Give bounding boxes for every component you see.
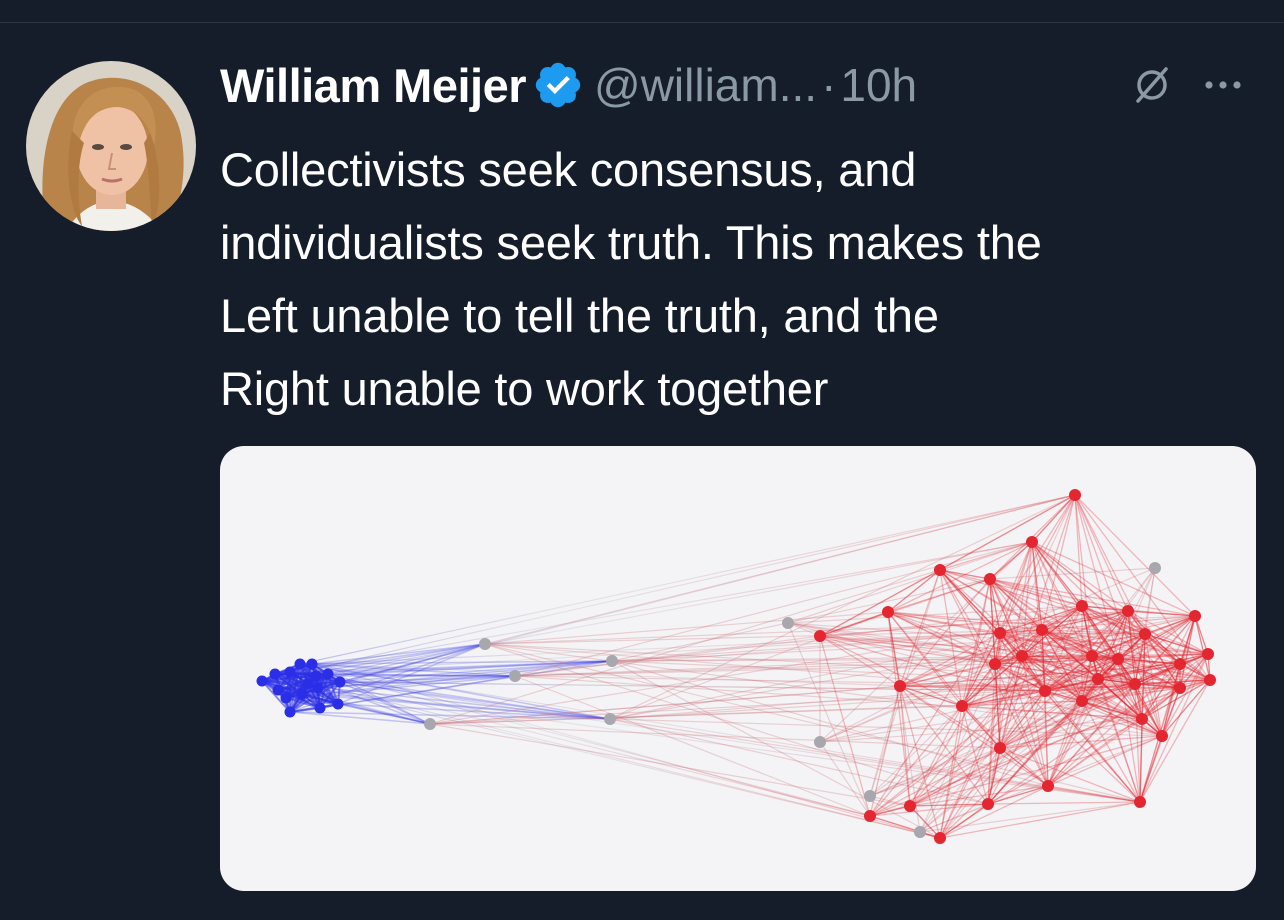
network-node [864, 810, 876, 822]
network-node [1204, 674, 1216, 686]
network-node [280, 692, 292, 704]
network-edge [939, 801, 1141, 839]
network-node [994, 742, 1006, 754]
network-node [322, 668, 334, 680]
network-node [269, 668, 281, 680]
network-node [479, 638, 491, 650]
network-node [1129, 678, 1141, 690]
network-edge [429, 723, 911, 807]
network-node [314, 702, 326, 714]
grok-icon[interactable] [1130, 63, 1174, 107]
network-graph-image [256, 489, 1216, 844]
network-node [989, 658, 1001, 670]
network-node [606, 655, 618, 667]
separator-dot: · [821, 59, 837, 111]
tweet-header: William Meijer @william... · 10h [220, 55, 1270, 115]
network-node [1202, 648, 1214, 660]
network-edge [484, 494, 1076, 645]
network-node [1039, 685, 1051, 697]
network-node [1016, 650, 1028, 662]
network-node [1026, 536, 1038, 548]
network-node [310, 670, 322, 682]
network-node [332, 698, 344, 710]
network-node [424, 718, 436, 730]
network-edge [1031, 541, 1196, 617]
network-node [1156, 730, 1168, 742]
network-node [934, 564, 946, 576]
network-node [904, 800, 916, 812]
network-node [1092, 673, 1104, 685]
timestamp[interactable]: 10h [840, 58, 917, 112]
network-node [1149, 562, 1161, 574]
network-node [334, 676, 346, 688]
network-node [604, 713, 616, 725]
tweet-text-line: individualists seek truth. This makes th… [220, 216, 1042, 269]
network-node [1112, 653, 1124, 665]
network-node [882, 606, 894, 618]
network-node [984, 573, 996, 585]
network-node [1036, 624, 1048, 636]
network-node [296, 688, 308, 700]
network-node [284, 706, 296, 718]
network-edge [987, 801, 1141, 805]
network-node [1174, 682, 1186, 694]
network-node [312, 682, 324, 694]
network-node [1189, 610, 1201, 622]
network-node [256, 675, 268, 687]
author-handle[interactable]: @william... [594, 58, 817, 112]
network-node [982, 798, 994, 810]
network-node [956, 700, 968, 712]
network-node [1086, 650, 1098, 662]
tweet-media-image[interactable] [220, 446, 1256, 891]
network-node [1139, 628, 1151, 640]
network-node [1122, 605, 1134, 617]
tweet-text-line: Collectivists seek consensus, and [220, 143, 917, 196]
network-node [1069, 489, 1081, 501]
network-node [914, 826, 926, 838]
network-node [302, 678, 314, 690]
avatar[interactable] [26, 61, 196, 231]
network-node [294, 658, 306, 670]
network-node [1136, 713, 1148, 725]
more-options-icon[interactable] [1200, 63, 1246, 107]
network-node [994, 627, 1006, 639]
network-node [306, 658, 318, 670]
network-node [284, 666, 296, 678]
network-node [864, 790, 876, 802]
network-node [509, 670, 521, 682]
tweet-text: Collectivists seek consensus, and indivi… [220, 133, 1270, 425]
tweet-text-line: Right unable to work together [220, 362, 829, 415]
avatar-photo [26, 61, 196, 231]
verified-badge-icon [532, 59, 584, 111]
network-node [1134, 796, 1146, 808]
network-node [814, 630, 826, 642]
network-node [934, 832, 946, 844]
network-node [1076, 695, 1088, 707]
network-node [1076, 600, 1088, 612]
network-node [894, 680, 906, 692]
tweet[interactable]: William Meijer @william... · 10h Collect… [0, 23, 1284, 920]
display-name[interactable]: William Meijer [220, 58, 527, 113]
network-node [782, 617, 794, 629]
tweet-text-line: Left unable to tell the truth, and the [220, 289, 939, 342]
network-node [814, 736, 826, 748]
network-node [1174, 658, 1186, 670]
network-node [1042, 780, 1054, 792]
network-node [272, 684, 284, 696]
